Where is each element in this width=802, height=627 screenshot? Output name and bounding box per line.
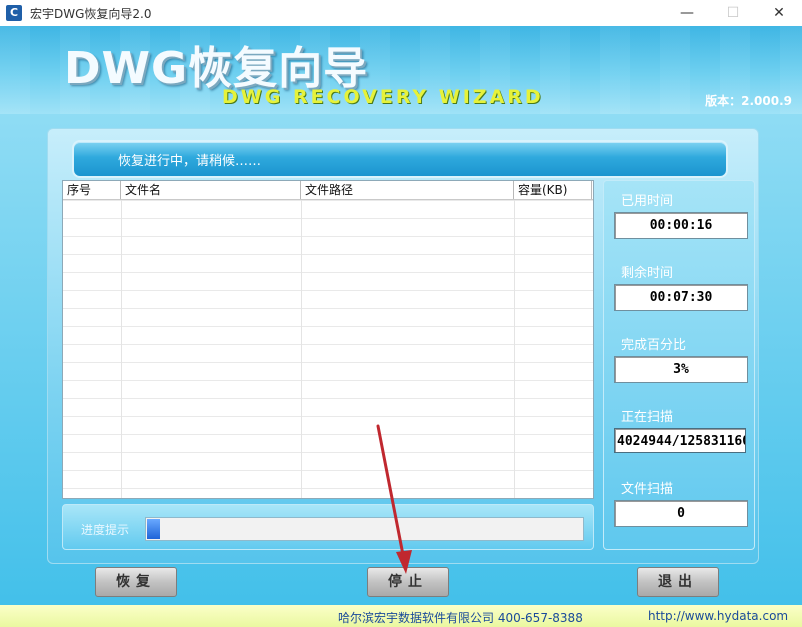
remaining-time-label: 剩余时间: [621, 266, 674, 281]
status-message: 恢复进行中，请稍候……: [118, 154, 262, 169]
progress-bar-fill: [147, 519, 160, 539]
website-link[interactable]: http://www.hydata.com: [648, 609, 788, 623]
footer-bar: 哈尔滨宏宇数据软件有限公司 400-657-8388 http://www.hy…: [0, 605, 802, 627]
status-banner: 恢复进行中，请稍候……: [72, 140, 728, 178]
column-header-index[interactable]: 序号: [63, 181, 121, 199]
app-icon: C: [6, 5, 22, 21]
window-title: 宏宇DWG恢复向导2.0: [30, 6, 152, 21]
files-scanned-label: 文件扫描: [621, 482, 674, 497]
app-title-english: DWG RECOVERY WIZARD: [222, 86, 544, 108]
remaining-time-field: 00:07:30: [614, 284, 748, 311]
progress-bar: [145, 517, 584, 541]
files-scanned-field: 0: [614, 500, 748, 527]
progress-area: 进度提示: [62, 504, 594, 550]
recovered-files-table[interactable]: 序号 文件名 文件路径 容量(KB): [62, 180, 594, 499]
header-banner: DWG恢复向导 DWG RECOVERY WIZARD 版本：2.000.9: [0, 26, 802, 114]
column-header-filepath[interactable]: 文件路径: [301, 181, 514, 199]
scanning-field: 4024944/125831160: [614, 428, 746, 453]
progress-label: 进度提示: [81, 523, 130, 537]
column-divider: [121, 200, 122, 498]
stop-button[interactable]: 停止: [367, 567, 449, 597]
column-header-filename[interactable]: 文件名: [121, 181, 301, 199]
minimize-button[interactable]: —: [664, 0, 710, 26]
company-info: 哈尔滨宏宇数据软件有限公司 400-657-8388: [338, 611, 583, 625]
stats-panel: 已用时间 00:00:16 剩余时间 00:07:30 完成百分比 3% 正在扫…: [603, 180, 755, 550]
percent-complete-field: 3%: [614, 356, 748, 383]
elapsed-time-label: 已用时间: [621, 194, 674, 209]
exit-button[interactable]: 退出: [637, 567, 719, 597]
maximize-button: ☐: [726, 5, 740, 21]
close-button[interactable]: ✕: [756, 0, 802, 26]
scanning-label: 正在扫描: [621, 410, 674, 425]
title-bar: C 宏宇DWG恢复向导2.0 — ☐ ✕: [0, 0, 802, 26]
column-header-size[interactable]: 容量(KB): [514, 181, 592, 199]
window-controls: — ☐ ✕: [664, 0, 802, 26]
column-divider: [514, 200, 515, 498]
percent-complete-label: 完成百分比: [621, 338, 687, 353]
column-divider: [301, 200, 302, 498]
elapsed-time-field: 00:00:16: [614, 212, 748, 239]
version-label: 版本：2.000.9: [705, 94, 792, 108]
table-header: 序号 文件名 文件路径 容量(KB): [63, 181, 593, 200]
restore-button[interactable]: 恢复: [95, 567, 177, 597]
